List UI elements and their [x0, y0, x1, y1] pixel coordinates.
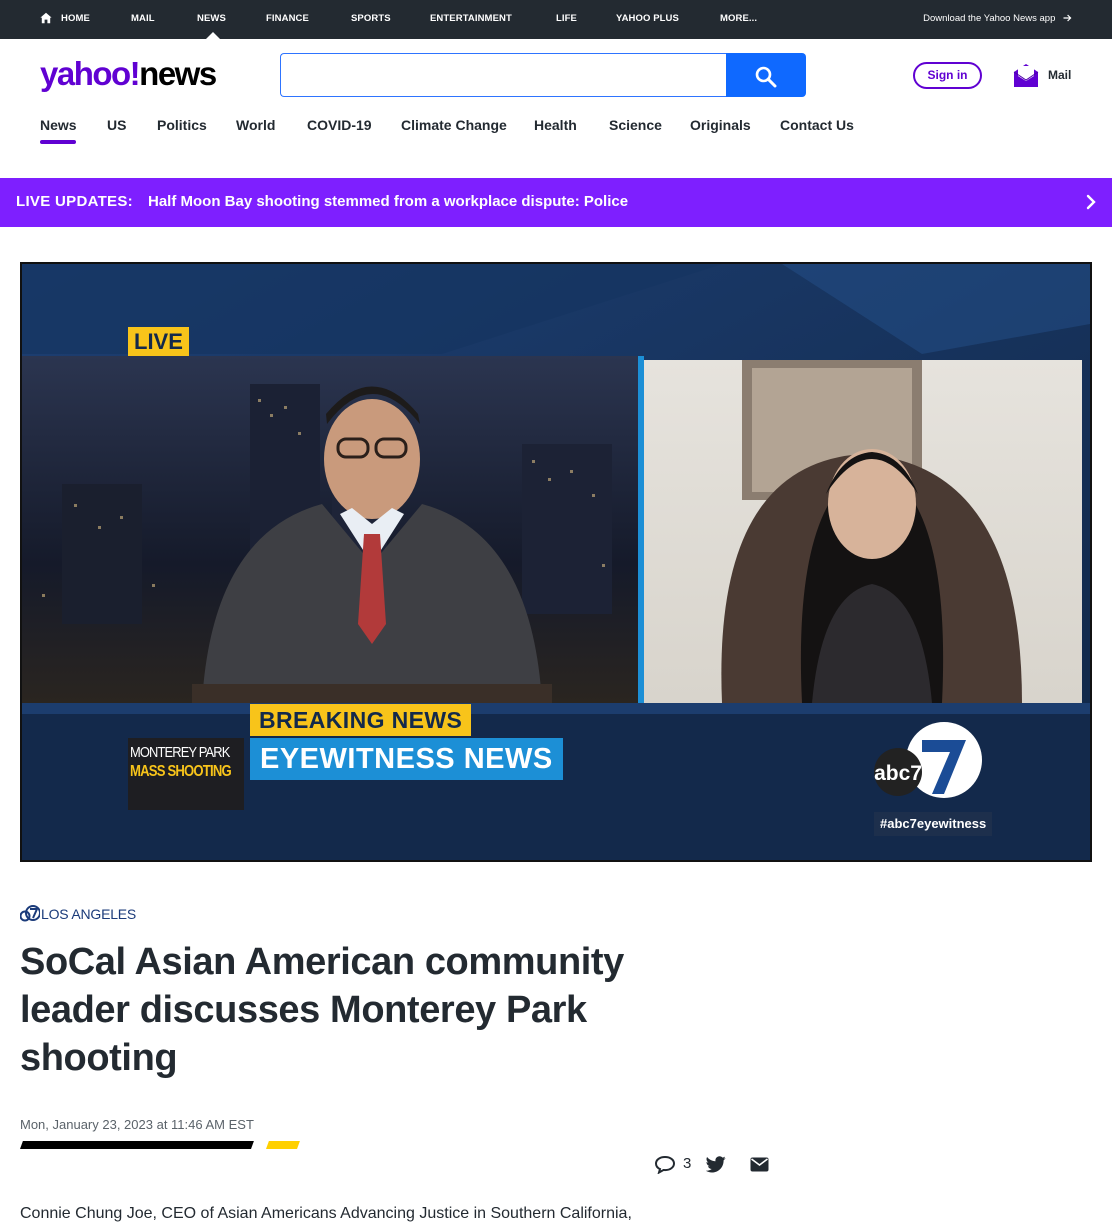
abc7-source-icon [20, 905, 40, 922]
abc7-hashtag: #abc7eyewitness [874, 812, 993, 836]
source-name[interactable]: LOS ANGELES [41, 906, 136, 922]
chevron-right-icon[interactable] [1086, 194, 1096, 210]
topnav-mail[interactable]: MAIL [131, 0, 155, 39]
yahoo-news-logo[interactable]: yahoo!news [40, 55, 217, 92]
search-button[interactable] [726, 53, 806, 97]
thumb-line-2: MASS SHOOTING [130, 763, 232, 780]
comment-icon[interactable] [654, 1155, 676, 1174]
top-navigation-bar: HOME MAIL NEWS FINANCE SPORTS ENTERTAINM… [0, 0, 1112, 39]
subnav-originals[interactable]: Originals [690, 117, 751, 133]
topnav-sports[interactable]: SPORTS [351, 0, 391, 39]
topnav-finance[interactable]: FINANCE [266, 0, 309, 39]
subnav-active-underline [40, 140, 76, 144]
search-icon [755, 66, 777, 88]
email-share-icon[interactable] [750, 1157, 769, 1172]
subnav-contact-us[interactable]: Contact Us [780, 117, 854, 133]
topnav-more[interactable]: MORE... [720, 0, 757, 39]
article-headline: SoCal Asian American community leader di… [20, 941, 624, 1079]
live-updates-banner[interactable]: LIVE UPDATES: Half Moon Bay shooting ste… [0, 178, 1112, 227]
logo-brand: yahoo! [40, 55, 141, 92]
active-tab-indicator [206, 32, 220, 39]
search-input[interactable] [280, 53, 727, 97]
subnav-covid-19[interactable]: COVID-19 [307, 117, 372, 133]
arrow-right-icon [1063, 14, 1072, 22]
download-app-link[interactable]: Download the Yahoo News app [923, 0, 1072, 39]
live-updates-label: LIVE UPDATES: [16, 193, 133, 210]
abc-logo-text: abc7 [874, 762, 922, 785]
mail-icon[interactable] [1013, 62, 1039, 88]
comment-count[interactable]: 3 [683, 1155, 691, 1172]
subnav-world[interactable]: World [236, 117, 275, 133]
subnav-climate-change[interactable]: Climate Change [401, 117, 507, 133]
mass-shooting-thumbnail: MONTEREY PARK MASS SHOOTING [128, 738, 244, 810]
eyewitness-news-label: EYEWITNESS NEWS [250, 738, 563, 780]
sign-in-button[interactable]: Sign in [913, 62, 982, 89]
publish-date: Mon, January 23, 2023 at 11:46 AM EST [20, 1117, 254, 1132]
abc7-logo: abc7 [874, 722, 982, 798]
subnav-news[interactable]: News [40, 117, 77, 133]
logo-section: news [139, 55, 217, 92]
live-updates-headline[interactable]: Half Moon Bay shooting stemmed from a wo… [148, 193, 628, 210]
topnav-yahoo-plus[interactable]: YAHOO PLUS [616, 0, 679, 39]
breaking-news-label: BREAKING NEWS [250, 704, 472, 736]
download-app-label: Download the Yahoo News app [923, 13, 1056, 24]
twitter-icon[interactable] [706, 1156, 726, 1173]
subnav-health[interactable]: Health [534, 117, 577, 133]
subnav-science[interactable]: Science [609, 117, 662, 133]
topnav-life[interactable]: LIFE [556, 0, 577, 39]
topnav-home[interactable]: HOME [61, 0, 90, 39]
headline-rule-yellow [266, 1141, 300, 1149]
article-body-first-line: Connie Chung Joe, CEO of Asian Americans… [20, 1205, 632, 1222]
headline-rule-black [20, 1141, 254, 1149]
mail-label[interactable]: Mail [1048, 68, 1071, 82]
subnav-politics[interactable]: Politics [157, 117, 207, 133]
home-icon [40, 12, 52, 24]
live-tag: LIVE [128, 327, 189, 356]
subnav-us[interactable]: US [107, 117, 126, 133]
thumb-line-1: MONTEREY PARK [130, 744, 230, 761]
video-player[interactable]: LIVE MONTEREY PARK MASS SHOOTING BREAKIN… [20, 262, 1092, 862]
topnav-entertainment[interactable]: ENTERTAINMENT [430, 0, 512, 39]
